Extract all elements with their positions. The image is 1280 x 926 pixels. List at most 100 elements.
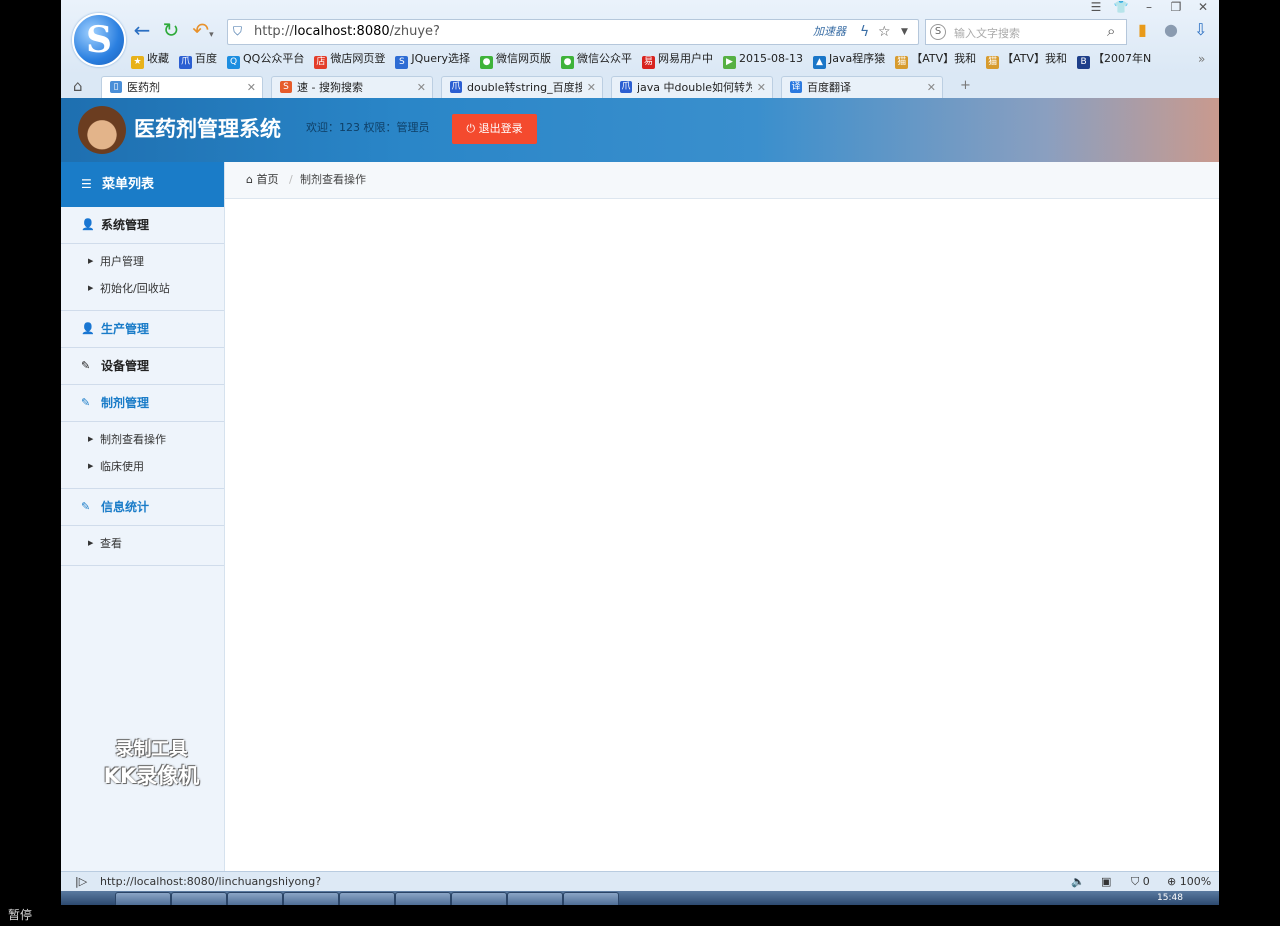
- taskbar-app-button[interactable]: [563, 892, 619, 905]
- taskbar-app-button[interactable]: [339, 892, 395, 905]
- taskbar-app-button[interactable]: [115, 892, 171, 905]
- menu-icon[interactable]: ☰: [1087, 0, 1105, 14]
- browser-tab[interactable]: ▯ 医药剂 ✕: [101, 76, 263, 98]
- profile-icon[interactable]: ●: [1164, 20, 1178, 39]
- skin-icon[interactable]: 👕: [1112, 0, 1130, 14]
- taskbar-app-button[interactable]: [451, 892, 507, 905]
- user-icon: 👤: [81, 322, 95, 335]
- sogou-search-icon: S: [930, 24, 946, 40]
- tab-label: 速 - 搜狗搜索: [297, 81, 363, 94]
- accelerator-label[interactable]: 加速器: [813, 24, 846, 40]
- bookmark-label: 2015-08-13: [739, 52, 803, 65]
- bookmark-item[interactable]: ● 微信公众平: [561, 51, 632, 69]
- bookmark-item[interactable]: 爪百度: [179, 51, 217, 69]
- bookmark-item[interactable]: 易网易用户中: [642, 51, 713, 69]
- home-icon: ⌂: [246, 173, 253, 186]
- sidebar-item-label: 查看: [100, 537, 122, 550]
- bookmark-item[interactable]: ● 微信网页版: [480, 51, 551, 69]
- edit-icon: ✎: [81, 396, 91, 409]
- caret-right-icon: ▶: [88, 462, 94, 470]
- logout-button[interactable]: ⏻ 退出登录: [452, 114, 537, 144]
- search-box[interactable]: S 输入文字搜索 ⌕: [925, 19, 1127, 45]
- sidebar-item[interactable]: ▶ 临床使用: [61, 453, 224, 480]
- bookmark-label: 微信公众平: [577, 52, 633, 65]
- sidebar-item[interactable]: ▶ 用户管理: [61, 248, 224, 275]
- adblock-counter[interactable]: ⛉ 0: [1131, 875, 1150, 889]
- search-input[interactable]: 输入文字搜索: [954, 25, 1020, 41]
- recorder-watermark: 录制工具 KK录像机: [89, 737, 214, 789]
- sogou-icon: S: [395, 56, 409, 69]
- sogou-icon: S: [280, 81, 292, 93]
- minimize-button[interactable]: –: [1140, 0, 1158, 14]
- download-icon[interactable]: ⇩: [1194, 20, 1207, 39]
- address-bar[interactable]: ⛉ http://localhost:8080/zhuye? 加速器 ϟ ☆ ▼: [227, 19, 919, 45]
- status-bar: |▷ http://localhost:8080/linchuangshiyon…: [61, 871, 1219, 892]
- bookmark-item[interactable]: ▶ 2015-08-13: [723, 51, 803, 69]
- login-icon[interactable]: ▮: [1138, 20, 1147, 39]
- screenshot-icon[interactable]: ▣: [1101, 875, 1111, 889]
- sidebar-section[interactable]: ✎ 信息统计: [61, 489, 224, 526]
- bookmarks-overflow-icon[interactable]: »: [1198, 52, 1205, 66]
- sidebar-toggle-icon[interactable]: |▷: [75, 875, 87, 889]
- lightning-icon[interactable]: ϟ: [860, 23, 869, 41]
- browser-tab[interactable]: S 速 - 搜狗搜索 ✕: [271, 76, 433, 98]
- close-tab-icon[interactable]: ✕: [927, 80, 936, 95]
- restore-button[interactable]: ❐: [1167, 0, 1185, 14]
- sidebar-section-label: 生产管理: [101, 322, 150, 336]
- logout-label: 退出登录: [478, 122, 523, 135]
- search-icon[interactable]: ⌕: [1107, 22, 1115, 40]
- bookmark-label: 收藏: [147, 52, 169, 65]
- taskbar-app-button[interactable]: [395, 892, 451, 905]
- sogou-browser-logo[interactable]: S: [72, 13, 126, 67]
- sidebar-item-label: 临床使用: [100, 460, 144, 473]
- taskbar-clock: 15:48: [1157, 893, 1183, 903]
- sidebar-section[interactable]: 👤 生产管理: [61, 311, 224, 348]
- bookmark-item[interactable]: ★ 收藏: [131, 51, 169, 69]
- sidebar-section[interactable]: ✎ 制剂管理: [61, 385, 224, 422]
- netease-icon: 易: [642, 56, 656, 69]
- bookmark-item[interactable]: B 【2007年N: [1077, 51, 1151, 69]
- taskbar-app-button[interactable]: [283, 892, 339, 905]
- user-icon: 👤: [81, 218, 95, 231]
- close-window-button[interactable]: ✕: [1194, 0, 1212, 14]
- breadcrumb-home[interactable]: ⌂ 首页: [246, 173, 278, 187]
- sidebar-section[interactable]: ✎ 设备管理: [61, 348, 224, 385]
- taskbar-app-button[interactable]: [227, 892, 283, 905]
- caret-right-icon: ▶: [88, 539, 94, 547]
- browser-tab[interactable]: 爪 double转string_百度搜 ✕: [441, 76, 603, 98]
- bookmark-label: 【ATV】我和: [1002, 52, 1068, 65]
- sidebar-item[interactable]: ▶ 初始化/回收站: [61, 275, 224, 302]
- watermark-line2: KK录像机: [103, 764, 200, 788]
- taskbar-app-button[interactable]: [171, 892, 227, 905]
- bookmark-item[interactable]: ▲ Java程序猿: [812, 51, 885, 69]
- close-tab-icon[interactable]: ✕: [587, 80, 596, 95]
- bookmark-item[interactable]: 店微店网页登: [314, 51, 385, 69]
- address-url[interactable]: http://localhost:8080/zhuye?: [254, 23, 440, 41]
- favorite-star-icon[interactable]: ☆: [878, 23, 891, 41]
- new-tab-button[interactable]: +: [960, 78, 971, 93]
- wechat-icon: ●: [480, 56, 494, 69]
- home-icon[interactable]: ⌂: [73, 77, 83, 95]
- breadcrumb-home-label: 首页: [256, 173, 279, 186]
- close-tab-icon[interactable]: ✕: [757, 80, 766, 95]
- sidebar-item[interactable]: ▶ 制剂查看操作: [61, 426, 224, 453]
- bookmark-item[interactable]: Q QQ公众平台: [227, 51, 304, 69]
- close-tab-icon[interactable]: ✕: [247, 80, 256, 95]
- volume-icon[interactable]: 🔈: [1071, 875, 1085, 889]
- bookmark-item[interactable]: 猫【ATV】我和: [895, 51, 976, 69]
- close-tab-icon[interactable]: ✕: [417, 80, 426, 95]
- refresh-icon[interactable]: ↻: [160, 19, 182, 41]
- browser-tab[interactable]: 译百度翻译 ✕: [781, 76, 943, 98]
- browser-tab[interactable]: 爪 java 中double如何转为 ✕: [611, 76, 773, 98]
- undo-close-icon[interactable]: ↶▾: [188, 19, 218, 41]
- bookmark-label: JQuery选择: [411, 52, 471, 65]
- taskbar-app-button[interactable]: [507, 892, 563, 905]
- zoom-control[interactable]: ⊕ 100%: [1167, 875, 1211, 889]
- bookmark-item[interactable]: S JQuery选择: [395, 51, 470, 69]
- sidebar-section[interactable]: 👤 系统管理: [61, 207, 224, 244]
- edit-icon: ✎: [81, 500, 91, 513]
- back-arrow-icon[interactable]: ←: [131, 19, 153, 41]
- sidebar-item[interactable]: ▶ 查看: [61, 530, 224, 557]
- chevron-down-icon[interactable]: ▼: [901, 23, 908, 41]
- bookmark-item[interactable]: 猫【ATV】我和: [986, 51, 1067, 69]
